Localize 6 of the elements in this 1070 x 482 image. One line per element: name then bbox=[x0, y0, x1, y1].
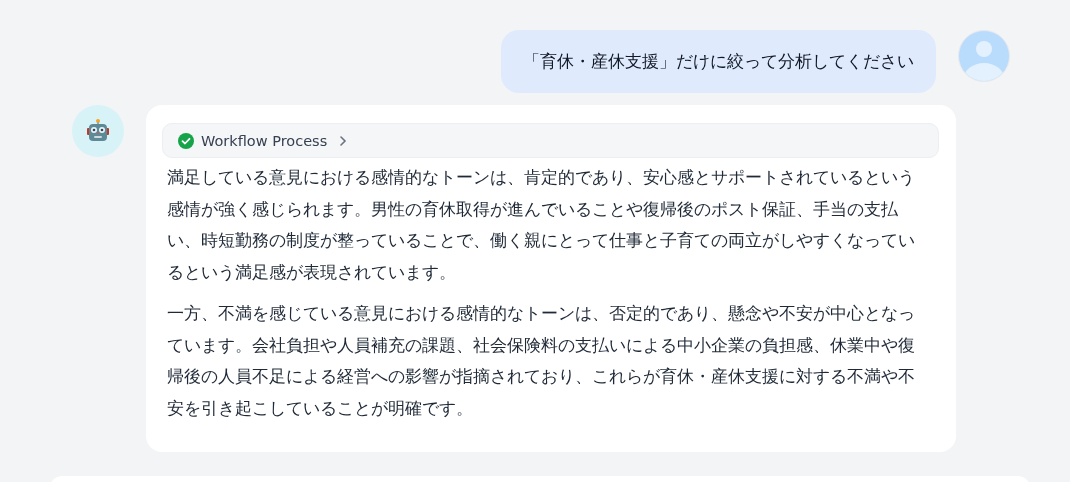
user-message: 「育休・産休支援」だけに絞って分析してください bbox=[501, 30, 936, 93]
robot-icon bbox=[85, 118, 111, 144]
user-avatar-icon bbox=[958, 30, 1010, 82]
response-paragraph: 満足している意見における感情的なトーンは、肯定的であり、安心感とサポートされているという感情が強く感じられます。男性の育休取得が進んでいることや復帰後のポスト保証、手当の支払い、時短勤務の制度が整っていることで、働く親にとって仕事と子育ての両立がしやすくなっているという満足感が表現されています。 bbox=[167, 166, 916, 284]
response-paragraph: 一方、不満を感じている意見における感情的なトーンは、否定的であり、懸念や不安が中心となっています。会社負担や人員補充の課題、社会保険料の支払いによる中小企業の負担感、休業中や復帰後の人員不足による経営への影響が指摘されており、これらが育休・産休支援に対する不満や不安を引き起こしていることが明確です。 bbox=[167, 302, 916, 420]
workflow-process-button[interactable]: Workflow Process bbox=[162, 123, 939, 158]
